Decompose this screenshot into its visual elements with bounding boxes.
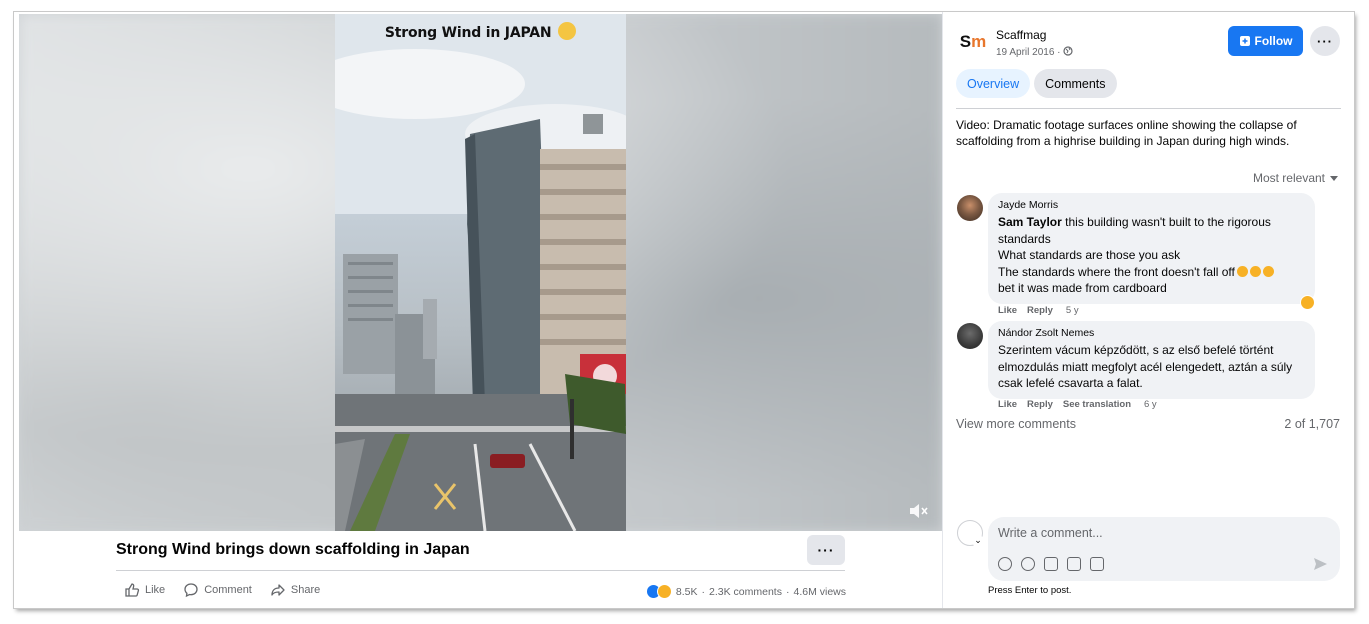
comment-count[interactable]: 2.3K comments bbox=[709, 586, 782, 598]
composer-tools bbox=[998, 557, 1104, 571]
video-stats: 8.5K · 2.3K comments · 4.6M views bbox=[645, 584, 846, 599]
follow-label: Follow bbox=[1254, 34, 1293, 48]
emoji-icon[interactable] bbox=[1021, 557, 1035, 571]
post-actions: Like Comment Share bbox=[124, 582, 320, 598]
thumbs-up-icon bbox=[125, 583, 140, 597]
comment-timestamp[interactable]: 6 y bbox=[1144, 399, 1157, 410]
comment-like-link[interactable]: Like bbox=[998, 399, 1017, 410]
post-date-text: 19 April 2016 · bbox=[996, 47, 1061, 58]
haha-reaction-icon[interactable] bbox=[1300, 295, 1315, 310]
view-count: 4.6M views bbox=[793, 585, 846, 598]
laughing-emoji-icon bbox=[1249, 265, 1261, 277]
avatar-sticker-icon[interactable] bbox=[998, 557, 1012, 571]
page-avatar[interactable]: Sm bbox=[957, 26, 989, 58]
gif-icon[interactable] bbox=[1067, 557, 1081, 571]
comment-label: Comment bbox=[204, 584, 252, 596]
sticker-icon[interactable] bbox=[1090, 557, 1104, 571]
comment-line: What standards are those you ask bbox=[998, 248, 1181, 262]
comment-bubble: Nándor Zsolt Nemes Szerintem vácum képző… bbox=[988, 321, 1315, 399]
comment-timestamp[interactable]: 5 y bbox=[1066, 305, 1079, 316]
comment-text: Sam Taylor this building wasn't built to… bbox=[998, 214, 1305, 297]
logo-letter-s: S bbox=[959, 32, 972, 51]
scene-illustration bbox=[335, 14, 626, 531]
comment-actions: Like Reply See translation 6 y bbox=[998, 399, 1157, 410]
composer-hint: Press Enter to post. bbox=[988, 585, 1072, 596]
post-side-panel: Sm Scaffmag 19 April 2016 · Follow ··· O… bbox=[942, 12, 1354, 608]
reaction-icons[interactable] bbox=[645, 584, 672, 599]
see-translation-link[interactable]: See translation bbox=[1063, 399, 1131, 410]
avatar[interactable] bbox=[957, 195, 983, 221]
video-frame[interactable]: Strong Wind in JAPAN bbox=[335, 14, 626, 531]
globe-icon bbox=[1063, 46, 1073, 56]
like-button[interactable]: Like bbox=[124, 582, 165, 598]
comment-line: The standards where the front doesn't fa… bbox=[998, 264, 1235, 279]
dizzy-face-emoji-icon bbox=[558, 22, 577, 40]
share-arrow-icon bbox=[271, 584, 285, 596]
post-description: Video: Dramatic footage surfaces online … bbox=[956, 118, 1297, 148]
send-icon[interactable] bbox=[1313, 557, 1328, 571]
mute-icon[interactable] bbox=[908, 501, 930, 521]
comment-bubble: Jayde Morris Sam Taylor this building wa… bbox=[988, 193, 1315, 304]
comment-reply-link[interactable]: Reply bbox=[1027, 305, 1053, 316]
laughing-emoji-icon bbox=[1236, 265, 1248, 277]
overlay-caption-text: Strong Wind in JAPAN bbox=[384, 25, 552, 41]
follow-button[interactable]: Follow bbox=[1228, 26, 1303, 56]
comment-like-link[interactable]: Like bbox=[998, 305, 1017, 316]
video-more-button[interactable]: ··· bbox=[807, 535, 845, 565]
comment-actions: Like Reply 5 y bbox=[998, 305, 1079, 316]
video-title: Strong Wind brings down scaffolding in J… bbox=[116, 541, 470, 558]
laughing-emoji-icon bbox=[1262, 265, 1274, 277]
comment-sort-dropdown[interactable]: Most relevant bbox=[1253, 171, 1338, 185]
divider bbox=[116, 570, 845, 571]
separator: · bbox=[785, 585, 790, 598]
page-name[interactable]: Scaffmag bbox=[996, 28, 1046, 42]
chevron-down-icon[interactable]: ⌄ bbox=[972, 535, 984, 547]
post-viewer: Strong Wind in JAPAN Strong Wind brings … bbox=[14, 12, 1354, 608]
comment-bubble-icon bbox=[184, 583, 198, 598]
like-label: Like bbox=[145, 584, 166, 596]
comment-button[interactable]: Comment bbox=[183, 582, 252, 598]
mention-link[interactable]: Sam Taylor bbox=[998, 215, 1062, 229]
post-date[interactable]: 19 April 2016 · bbox=[996, 46, 1073, 58]
tab-comments[interactable]: Comments bbox=[1034, 69, 1117, 98]
divider bbox=[956, 108, 1341, 109]
follow-plus-icon bbox=[1239, 36, 1250, 46]
current-user-avatar[interactable]: ⌄ bbox=[957, 520, 984, 547]
separator: · bbox=[701, 585, 706, 598]
share-label: Share bbox=[290, 584, 321, 596]
sort-label: Most relevant bbox=[1252, 171, 1325, 185]
caret-down-icon bbox=[1330, 175, 1338, 181]
comment-author[interactable]: Nándor Zsolt Nemes bbox=[998, 327, 1305, 339]
wow-reaction-icon bbox=[656, 584, 672, 599]
comment-line: bet it was made from cardboard bbox=[998, 281, 1167, 295]
video-overlay-caption: Strong Wind in JAPAN bbox=[335, 22, 626, 41]
reaction-count[interactable]: 8.5K bbox=[676, 586, 698, 598]
comment-input[interactable]: Write a comment... bbox=[998, 526, 1103, 540]
view-more-comments-link[interactable]: View more comments bbox=[956, 417, 1076, 431]
share-button[interactable]: Share bbox=[270, 582, 320, 598]
camera-icon[interactable] bbox=[1044, 557, 1058, 571]
comment-composer[interactable]: Write a comment... bbox=[988, 517, 1340, 581]
post-more-button[interactable]: ··· bbox=[1310, 26, 1340, 56]
video-player[interactable]: Strong Wind in JAPAN bbox=[19, 14, 942, 531]
logo-letter-m: m bbox=[971, 32, 987, 51]
panel-tabs: Overview Comments bbox=[956, 69, 1117, 98]
avatar[interactable] bbox=[957, 323, 983, 349]
comment-count-indicator: 2 of 1,707 bbox=[1284, 417, 1340, 431]
comment-text: Szerintem vácum képződött, s az első bef… bbox=[998, 343, 1293, 390]
tab-overview[interactable]: Overview bbox=[956, 69, 1031, 98]
comment-author[interactable]: Jayde Morris bbox=[998, 199, 1305, 211]
comment-reply-link[interactable]: Reply bbox=[1027, 399, 1053, 410]
